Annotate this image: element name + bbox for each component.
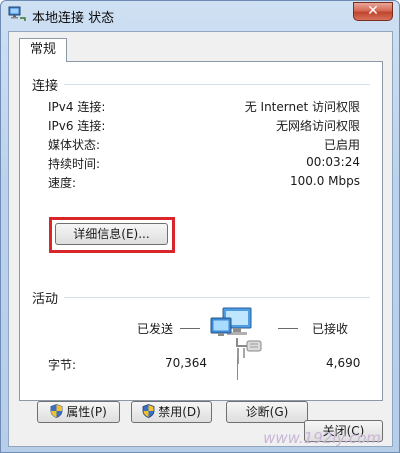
general-tab-panel: 连接 IPv4 连接: 无 Internet 访问权限 IPv6 连接: 无网络… — [19, 61, 383, 423]
details-button[interactable]: 详细信息(E)... — [55, 223, 168, 245]
dialog-client-area: 常规 连接 IPv4 连接: 无 Internet 访问权限 IPv6 连接: … — [8, 31, 393, 447]
connection-group-divider — [64, 84, 370, 85]
activity-divider-line — [237, 358, 238, 380]
sent-label: 已发送 — [137, 322, 174, 336]
watermark-text: www.192ly.com — [263, 429, 381, 447]
uac-shield-icon — [50, 404, 63, 418]
received-connector-line — [278, 328, 298, 329]
diagnose-button[interactable]: 诊断(G) — [226, 401, 308, 423]
title-bar[interactable]: 本地连接 状态 ✕ — [1, 1, 399, 29]
disable-button[interactable]: 禁用(D) — [131, 401, 212, 423]
speed-label: 速度: — [48, 176, 77, 190]
activity-group-divider — [64, 297, 370, 298]
speed-value: 100.0 Mbps — [289, 174, 360, 188]
window-title: 本地连接 状态 — [32, 11, 115, 26]
bytes-received-value: 4,690 — [326, 356, 361, 370]
properties-button[interactable]: 属性(P) — [37, 401, 120, 423]
uac-shield-icon — [142, 404, 155, 418]
close-window-button[interactable]: ✕ — [353, 2, 393, 21]
status-window: 本地连接 状态 ✕ 常规 连接 IPv4 连接: 无 Internet 访问权限… — [0, 0, 400, 453]
ipv6-value: 无网络访问权限 — [275, 119, 360, 133]
network-connection-icon — [8, 6, 26, 21]
media-state-value: 已启用 — [323, 138, 360, 152]
network-computers-icon — [210, 307, 262, 364]
bytes-sent-value: 70,364 — [165, 356, 207, 370]
media-state-label: 媒体状态: — [48, 138, 101, 152]
disable-button-label: 禁用(D) — [158, 405, 201, 419]
ipv4-value: 无 Internet 访问权限 — [244, 100, 360, 114]
ipv4-label: IPv4 连接: — [48, 100, 106, 114]
connection-group-title: 连接 — [32, 79, 59, 94]
activity-group-title: 活动 — [32, 292, 59, 307]
duration-value: 00:03:24 — [306, 155, 360, 169]
tab-general[interactable]: 常规 — [19, 38, 67, 62]
received-label: 已接收 — [312, 322, 349, 336]
duration-label: 持续时间: — [48, 157, 101, 171]
sent-connector-line — [180, 328, 200, 329]
properties-button-label: 属性(P) — [66, 405, 107, 419]
ipv6-label: IPv6 连接: — [48, 119, 106, 133]
bytes-label: 字节: — [48, 358, 77, 372]
